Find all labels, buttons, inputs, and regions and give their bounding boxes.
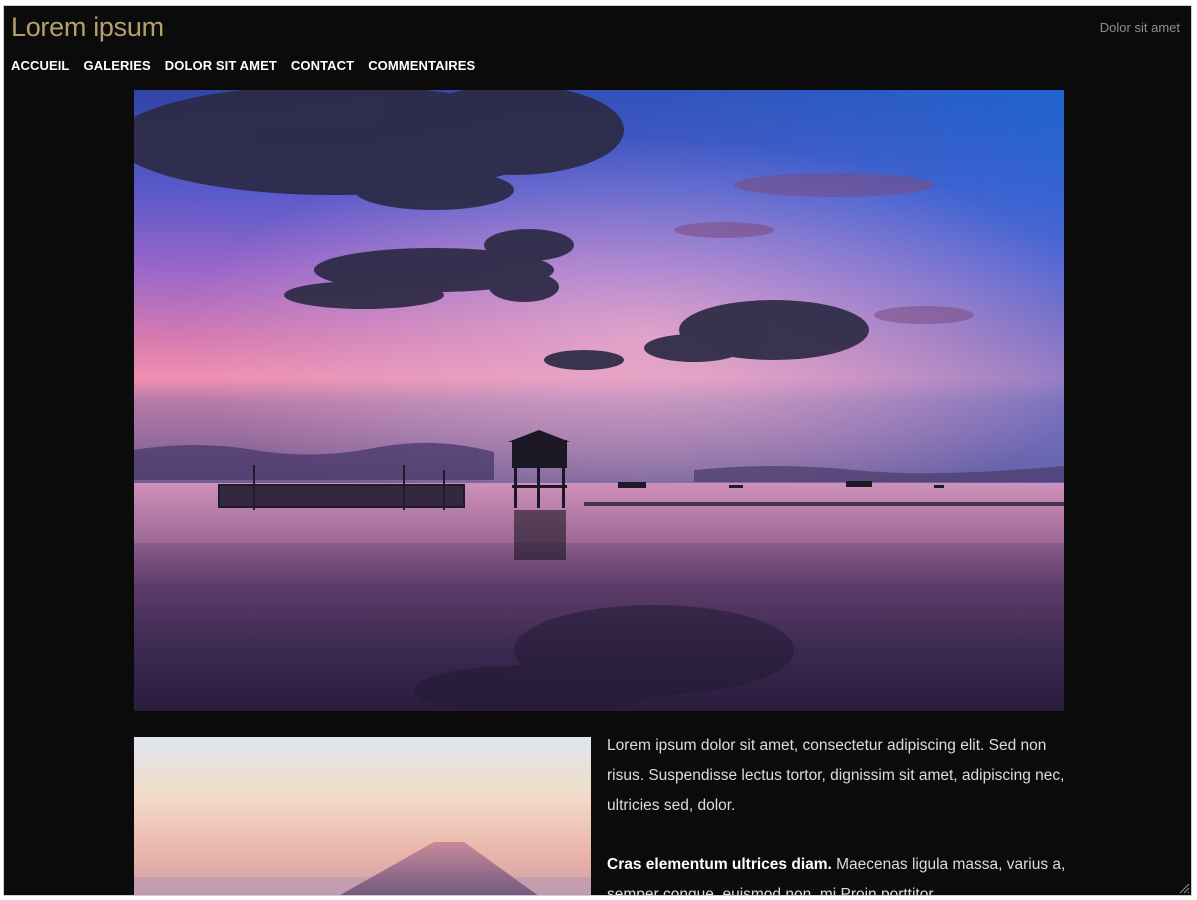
article-paragraph-2-bold: Cras elementum ultrices diam. <box>607 856 832 873</box>
nav-item-commentaires[interactable]: COMMENTAIRES <box>368 58 475 73</box>
sunset-seascape-photo-icon <box>134 90 1064 711</box>
page-frame: Lorem ipsum Dolor sit amet ACCUEIL GALER… <box>3 5 1192 896</box>
nav-item-contact[interactable]: CONTACT <box>291 58 354 73</box>
site-title[interactable]: Lorem ipsum <box>11 12 164 43</box>
hero-image[interactable] <box>134 90 1064 711</box>
nav-item-galeries[interactable]: GALERIES <box>83 58 150 73</box>
site-tagline: Dolor sit amet <box>1099 20 1180 35</box>
resize-grip-icon[interactable] <box>1178 882 1190 894</box>
mountain-dusk-photo-icon <box>134 737 591 895</box>
thumbnail-image[interactable] <box>134 737 591 895</box>
main-nav: ACCUEIL GALERIES DOLOR SIT AMET CONTACT … <box>11 58 475 73</box>
article-text: Lorem ipsum dolor sit amet, consectetur … <box>607 731 1072 895</box>
article-paragraph-1: Lorem ipsum dolor sit amet, consectetur … <box>607 737 1065 814</box>
nav-item-dolor-sit-amet[interactable]: DOLOR SIT AMET <box>165 58 277 73</box>
nav-item-accueil[interactable]: ACCUEIL <box>11 58 69 73</box>
article-paragraph-2: Cras elementum ultrices diam. Maecenas l… <box>607 850 1072 895</box>
